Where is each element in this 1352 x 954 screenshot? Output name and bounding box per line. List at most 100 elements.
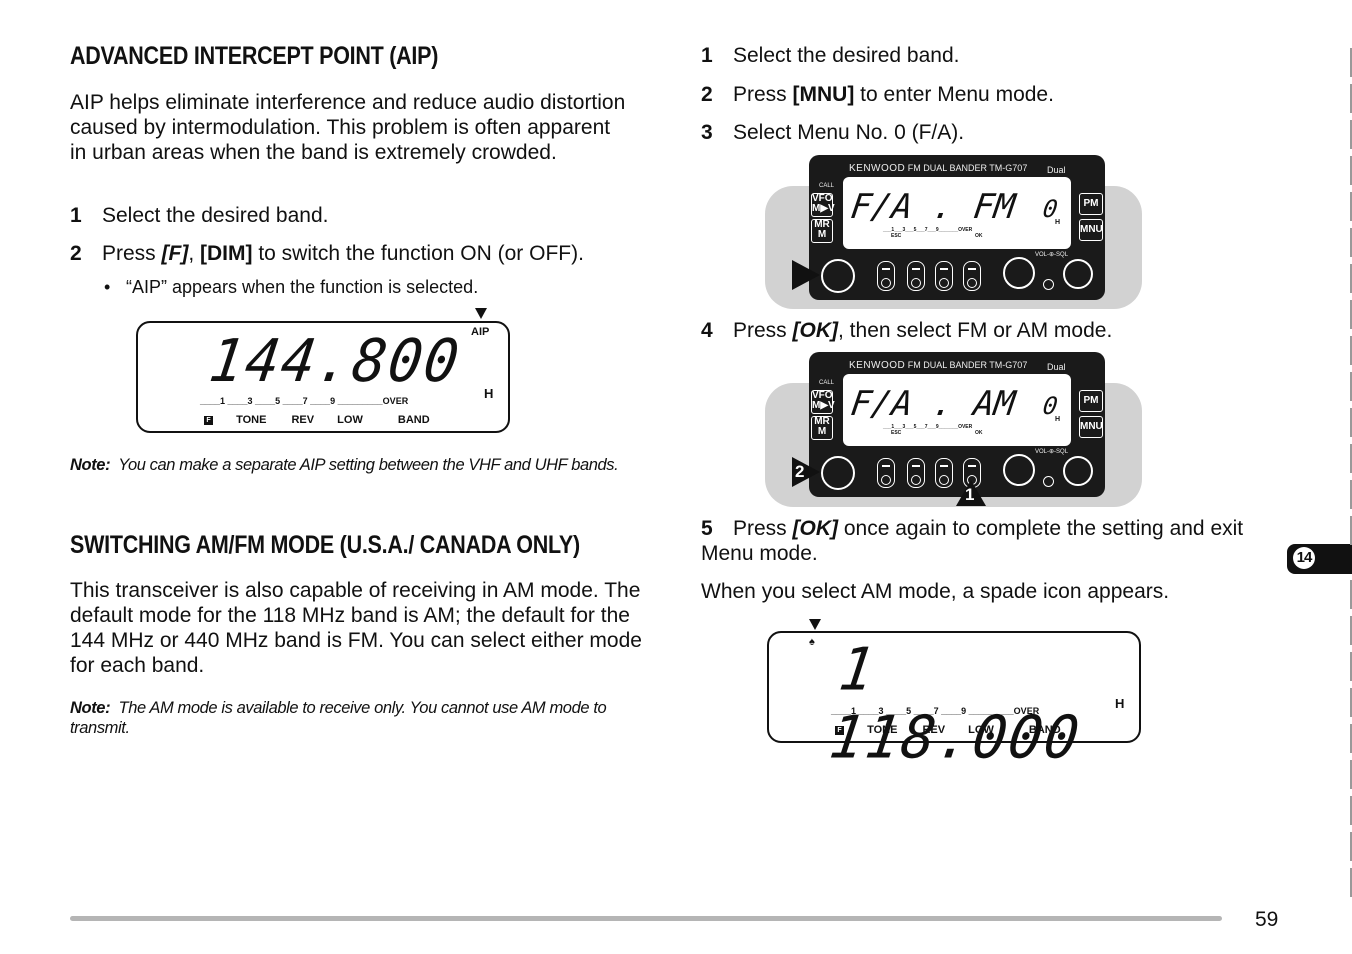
- key-ok: [OK]: [792, 319, 839, 342]
- volume-knob[interactable]: [1003, 454, 1035, 486]
- fn-low: LOW: [968, 724, 994, 736]
- mnu-button[interactable]: MNU: [1079, 416, 1103, 438]
- mv-label: M▶V: [812, 400, 835, 411]
- radio-illustration-2: KENWOOD FM DUAL BANDER TM-G707 Dual CALL…: [809, 352, 1105, 497]
- step-text: Select the desired band.: [102, 204, 329, 227]
- fn-band: BAND: [1028, 724, 1061, 736]
- note-label: Note:: [70, 456, 111, 474]
- mode-step-1: 1 Select the desired band.: [701, 43, 960, 68]
- squelch-knob[interactable]: [1063, 456, 1093, 486]
- menu-readout: F/A . AM: [848, 384, 1018, 424]
- step-number: 4: [701, 319, 713, 342]
- step-text: Press: [733, 517, 793, 540]
- key-dim: [DIM]: [200, 242, 253, 265]
- spade-icon: ♠: [809, 636, 815, 648]
- fn-rev: REV: [922, 724, 946, 736]
- indicator-arrow-icon: [809, 619, 821, 630]
- section-title-aip: ADVANCED INTERCEPT POINT (AIP): [70, 42, 439, 70]
- frequency-readout: 1 118.000: [825, 635, 1086, 773]
- callout-1: 1: [965, 485, 975, 504]
- aip-step-1: 1 Select the desired band.: [70, 203, 329, 228]
- pm-button[interactable]: PM: [1079, 193, 1103, 215]
- power-indicator: H: [1055, 219, 1061, 226]
- pointer-arrow-icon: [792, 260, 820, 290]
- dual-logo: Dual: [1047, 165, 1066, 175]
- front-key-1[interactable]: [877, 458, 895, 488]
- lcd-display-aip: AIP 144.800 H ____1 ____3 ____5 ____7 __…: [136, 321, 510, 433]
- esc-label: ESC: [891, 430, 902, 436]
- page-number: 59: [1255, 908, 1279, 931]
- radio-screen: F/A . AM 0 H ___1___3___5___7___9_______…: [843, 374, 1071, 446]
- mode-step-5: 5 Press [OK] once again to complete the s…: [701, 516, 1261, 566]
- footer-rule: [70, 916, 1222, 921]
- mnu-button[interactable]: MNU: [1079, 219, 1103, 241]
- brand-name: KENWOOD: [849, 360, 906, 371]
- mr-button[interactable]: MR M: [811, 219, 833, 243]
- fn-low: LOW: [337, 414, 363, 426]
- key-mnu: [MNU]: [792, 83, 855, 106]
- squelch-knob[interactable]: [1063, 259, 1093, 289]
- indicator-arrow-icon: [475, 308, 487, 319]
- separator: ,: [188, 242, 201, 265]
- s-meter-scale: ____1 ____3 ____5 ____7 ____9 _________O…: [200, 396, 409, 406]
- vfo-button[interactable]: VFO M▶V: [811, 390, 835, 414]
- front-key-4[interactable]: [963, 261, 981, 291]
- step-number: 2: [70, 242, 82, 265]
- front-key-3[interactable]: [935, 458, 953, 488]
- step-number: 1: [70, 204, 82, 227]
- lcd-display-am: ♠ 1 118.000 H ____1 ____3 ____5 ____7 __…: [767, 631, 1141, 772]
- s-meter-scale: ____1 ____3 ____5 ____7 ____9 _________O…: [831, 706, 1040, 716]
- frequency-readout: 144.800: [205, 327, 465, 396]
- volume-knob[interactable]: [1003, 257, 1035, 289]
- pm-button[interactable]: PM: [1079, 390, 1103, 412]
- step-number: 2: [701, 83, 713, 106]
- front-key-2[interactable]: [907, 458, 925, 488]
- mode-step-3: 3 Select Menu No. 0 (F/A).: [701, 120, 964, 145]
- ok-label: OK: [975, 233, 983, 239]
- step-text: Press: [733, 319, 793, 342]
- key-f: [F]: [161, 242, 189, 265]
- aip-intro: AIP helps eliminate interference and red…: [70, 91, 626, 164]
- vfo-button[interactable]: VFO M▶V: [811, 193, 835, 217]
- step-text: to switch the function ON (or OFF).: [252, 242, 584, 265]
- callout-2: 2: [795, 462, 805, 481]
- chapter-tab[interactable]: 14: [1287, 544, 1352, 574]
- indicator-led: [1043, 279, 1054, 290]
- amfm-intro: This transceiver is also capable of rece…: [70, 579, 642, 677]
- indicator-led: [1043, 476, 1054, 487]
- mode-step-4: 4 Press [OK], then select FM or AM mode.: [701, 318, 1112, 343]
- front-key-2[interactable]: [907, 261, 925, 291]
- step-text: to enter Menu mode.: [854, 83, 1054, 106]
- power-indicator: H: [484, 386, 494, 401]
- am-spade-sentence: When you select AM mode, a spade icon ap…: [701, 580, 1170, 603]
- m-label: M: [817, 229, 827, 240]
- bullet-dot: •: [104, 277, 111, 297]
- step-number: 3: [701, 121, 713, 144]
- menu-readout: F/A . FM: [848, 187, 1018, 227]
- section-title-amfm: SWITCHING AM/FM MODE (U.S.A./ CANADA ONL…: [70, 531, 580, 559]
- radio-brand: KENWOOD FM DUAL BANDER TM-G707: [849, 163, 1027, 174]
- vol-sql-label: VOL-⊕-SQL: [1035, 449, 1069, 455]
- mr-button[interactable]: MR M: [811, 416, 833, 440]
- power-indicator: H: [1115, 696, 1125, 711]
- call-label: CALL: [819, 380, 835, 386]
- tuning-knob[interactable]: [821, 456, 855, 490]
- front-key-3[interactable]: [935, 261, 953, 291]
- front-key-1[interactable]: [877, 261, 895, 291]
- aip-bullet: • “AIP” appears when the function is sele…: [104, 276, 478, 298]
- brand-name: KENWOOD: [849, 163, 906, 174]
- amfm-note: Note: The AM mode is available to receiv…: [70, 698, 650, 738]
- key-ok: [OK]: [792, 517, 839, 540]
- note-text: The AM mode is available to receive only…: [70, 699, 607, 737]
- m-label: M: [817, 426, 827, 437]
- f-indicator: F: [204, 415, 213, 425]
- call-label: CALL: [819, 183, 835, 189]
- model-name: FM DUAL BANDER TM-G707: [907, 163, 1028, 173]
- aip-note: Note: You can make a separate AIP settin…: [70, 455, 650, 475]
- bullet-text: “AIP” appears when the function is selec…: [126, 277, 479, 297]
- function-labels: F TONE REV LOW BAND: [204, 414, 430, 426]
- tuning-knob[interactable]: [821, 259, 855, 293]
- step-number: 1: [701, 44, 713, 67]
- ok-label: OK: [975, 430, 983, 436]
- note-label: Note:: [70, 699, 111, 717]
